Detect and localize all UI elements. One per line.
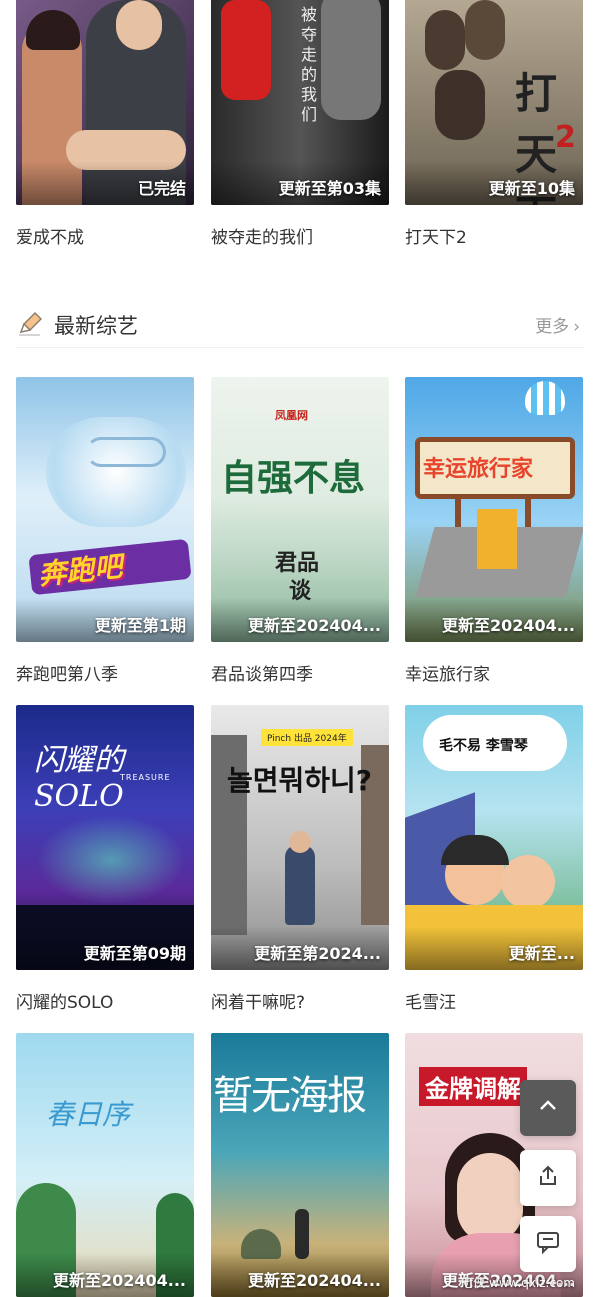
poster-image[interactable]: 奔跑吧 更新至第1期	[16, 377, 194, 642]
chevron-right-icon: ›	[573, 317, 580, 337]
comment-button[interactable]	[520, 1216, 576, 1272]
video-title[interactable]: 奔跑吧第八季	[16, 660, 194, 685]
poster-tag: Pinch 出品 2024年	[261, 729, 353, 746]
video-title[interactable]: 君品谈第四季	[211, 660, 389, 685]
update-status: 已完结	[137, 179, 186, 198]
video-card[interactable]: Pinch 出品 2024年 놀면뭐하니? 更新至第2024... 闲着干嘛呢?	[211, 705, 389, 1013]
poster-image[interactable]: 被夺走的我们 更新至第03集	[211, 0, 389, 205]
video-card[interactable]: 凤凰网 自强不息 君品 谈 更新至202404... 君品谈第四季	[211, 377, 389, 685]
video-card[interactable]: 幸运旅行家 更新至202404... 幸运旅行家	[405, 377, 583, 685]
video-title[interactable]: 打天下2	[405, 223, 583, 248]
page: 已完结 爱成不成 被夺走的我们 更新至第03集 被夺走的我们 打天下 2 更新至…	[0, 0, 600, 1297]
video-card[interactable]: 奔跑吧 更新至第1期 奔跑吧第八季	[16, 377, 194, 685]
update-status: 更新至第09期	[83, 944, 186, 963]
more-label: 更多	[535, 317, 570, 337]
poster-image[interactable]: 打天下 2 更新至10集	[405, 0, 583, 205]
more-link[interactable]: 更多 ›	[535, 312, 580, 337]
poster-brand: 凤凰网	[275, 409, 308, 422]
share-button[interactable]	[520, 1150, 576, 1206]
comment-icon	[535, 1229, 561, 1259]
back-to-top-button[interactable]	[520, 1080, 576, 1136]
video-title[interactable]: 被夺走的我们	[211, 223, 389, 248]
video-card[interactable]: 毛不易 李雪琴 更新至... 毛雪汪	[405, 705, 583, 1013]
video-card[interactable]: 打天下 2 更新至10集 打天下2	[405, 0, 583, 248]
update-status: 更新至10集	[488, 179, 575, 198]
poster-image[interactable]: 暂无海报 更新至202404...	[211, 1033, 389, 1297]
poster-image[interactable]: 闪耀的SOLO TREASURE 更新至第09期	[16, 705, 194, 970]
video-card[interactable]: 闪耀的SOLO TREASURE 更新至第09期 闪耀的SOLO	[16, 705, 194, 1013]
video-title[interactable]: 爱成不成	[16, 223, 194, 248]
poster-number: 2	[555, 120, 576, 155]
video-title[interactable]: 幸运旅行家	[405, 660, 583, 685]
update-status: 更新至202404...	[441, 616, 575, 635]
video-card[interactable]: 春日序 更新至202404...	[16, 1033, 194, 1297]
poster-text: 春日序	[46, 1098, 131, 1131]
poster-image[interactable]: 毛不易 李雪琴 更新至...	[405, 705, 583, 970]
video-title[interactable]: 毛雪汪	[405, 988, 583, 1013]
update-status: 更新至202404...	[52, 1271, 186, 1290]
update-status: 更新至第03集	[278, 179, 381, 198]
update-status: 更新至第1期	[94, 616, 186, 635]
pen-icon	[16, 310, 44, 338]
chevron-up-icon	[536, 1094, 560, 1122]
video-card[interactable]: 已完结 爱成不成	[16, 0, 194, 248]
poster-image[interactable]: 春日序 更新至202404...	[16, 1033, 194, 1297]
update-status: 更新至...	[508, 944, 575, 963]
video-card[interactable]: 被夺走的我们 更新至第03集 被夺走的我们	[211, 0, 389, 248]
update-status: 更新至第2024...	[254, 944, 381, 963]
poster-text: 놀면뭐하니?	[227, 764, 373, 797]
update-status: 更新至202404...	[247, 616, 381, 635]
poster-sign: 幸运旅行家	[423, 457, 534, 482]
video-title[interactable]: 闲着干嘛呢?	[211, 988, 389, 1013]
poster-image[interactable]: 凤凰网 自强不息 君品 谈 更新至202404...	[211, 377, 389, 642]
poster-text: 毛不易 李雪琴	[439, 738, 528, 754]
update-status: 更新至202404...	[247, 1271, 381, 1290]
video-card[interactable]: 暂无海报 更新至202404...	[211, 1033, 389, 1297]
section-header: 最新综艺 更多 ›	[16, 300, 584, 348]
poster-text: 暂无海报	[213, 1073, 367, 1119]
video-title[interactable]: 闪耀的SOLO	[16, 988, 194, 1013]
poster-text: 被夺走的我们	[298, 6, 317, 126]
poster-text: 自强不息	[221, 457, 366, 499]
poster-text: TREASURE	[120, 773, 171, 782]
poster-image[interactable]: 已完结	[16, 0, 194, 205]
share-icon	[536, 1164, 560, 1192]
watermark: 七侠 www.qxlz.com	[461, 1276, 575, 1290]
poster-text: 金牌调解	[419, 1067, 527, 1106]
poster-image[interactable]: Pinch 出品 2024年 놀면뭐하니? 更新至第2024...	[211, 705, 389, 970]
poster-image[interactable]: 幸运旅行家 更新至202404...	[405, 377, 583, 642]
section-title: 最新综艺	[54, 314, 138, 338]
